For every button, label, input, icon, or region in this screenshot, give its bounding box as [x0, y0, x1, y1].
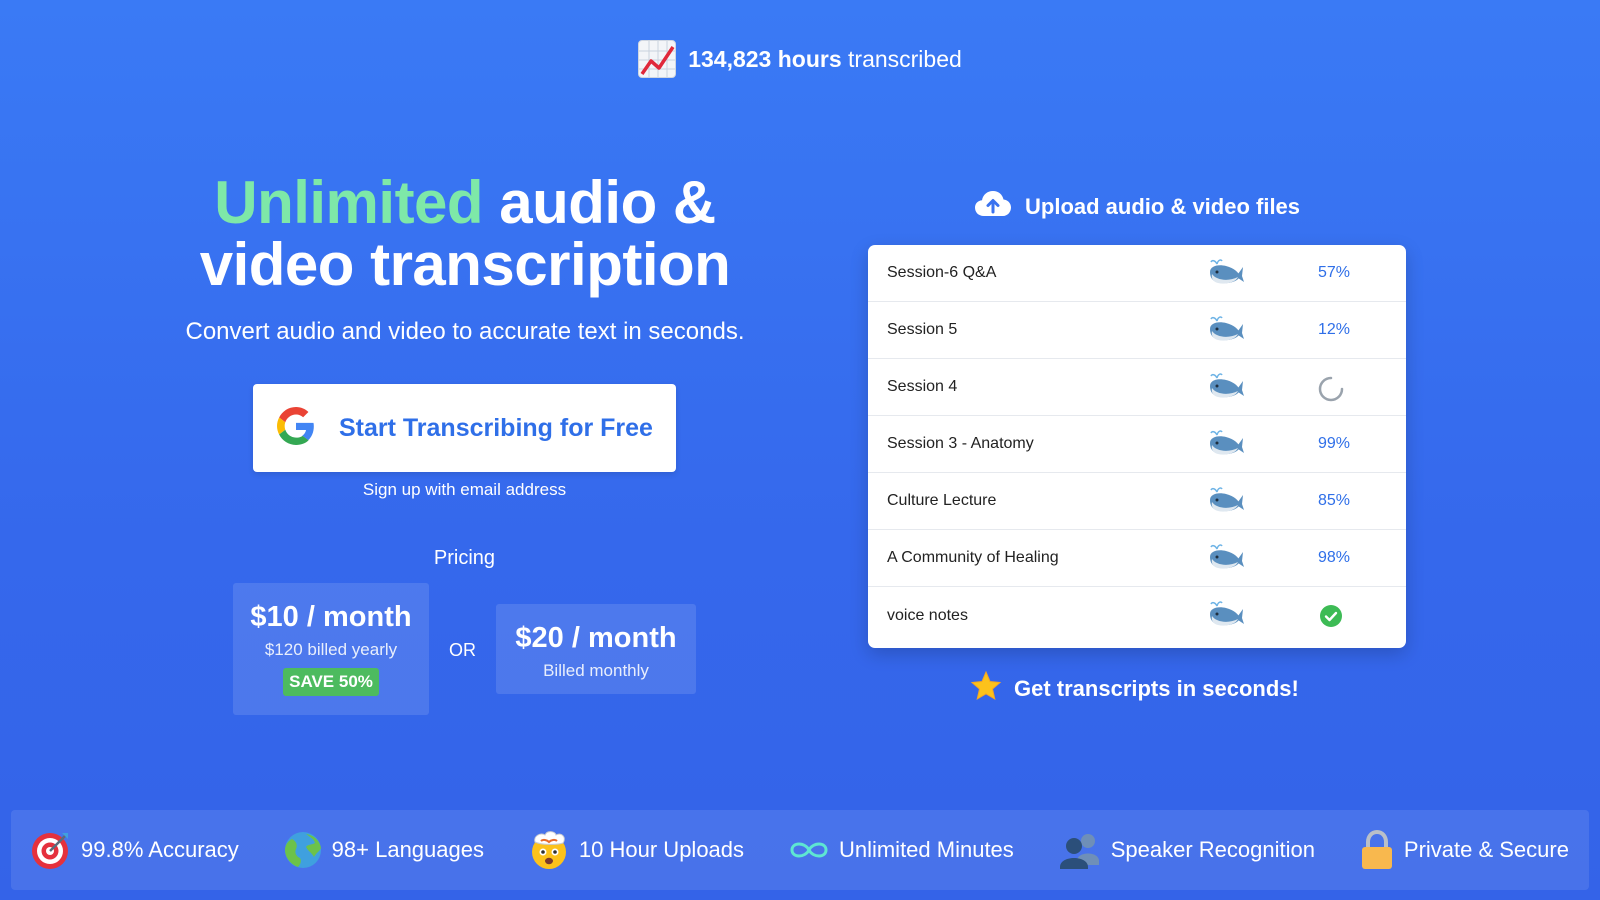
- yearly-price-card[interactable]: $10 / month $120 billed yearly SAVE 50%: [233, 583, 429, 715]
- whale-icon: [1208, 486, 1244, 521]
- feature-label: Unlimited Minutes: [838, 837, 1014, 862]
- feature-accuracy: 99.8% Accuracy: [31, 830, 239, 870]
- hero: Unlimited audio & video transcription Co…: [150, 172, 780, 346]
- hours-suffix: transcribed: [848, 45, 962, 72]
- feature-label: 98+ Languages: [331, 837, 484, 862]
- file-name: Session-6 Q&A: [887, 264, 997, 281]
- feature-unlimited-minutes: Unlimited Minutes: [789, 837, 1014, 863]
- feature-label: 10 Hour Uploads: [578, 837, 745, 862]
- whale-icon: [1208, 429, 1244, 464]
- cloud-upload-icon: [975, 190, 1011, 224]
- file-progress: 85%: [1318, 492, 1351, 509]
- monthly-amount: $20 / month: [515, 622, 677, 654]
- file-name: A Community of Healing: [887, 549, 1059, 566]
- feature-speaker-recognition: Speaker Recognition: [1059, 831, 1315, 869]
- file-progress: 99%: [1318, 435, 1351, 452]
- feature-label: Speaker Recognition: [1110, 837, 1315, 862]
- monthly-price-card[interactable]: $20 / month Billed monthly: [496, 604, 696, 694]
- file-progress: 12%: [1318, 321, 1351, 338]
- file-row[interactable]: Culture Lecture 85%: [868, 473, 1406, 530]
- yearly-amount: $10 / month: [250, 601, 412, 633]
- whale-icon: [1208, 543, 1244, 578]
- file-name: Culture Lecture: [887, 492, 997, 509]
- chart-increasing-icon: [638, 40, 677, 78]
- monthly-note: Billed monthly: [543, 661, 649, 680]
- check-complete-icon: [1319, 604, 1343, 633]
- hero-title: Unlimited audio & video transcription: [150, 172, 780, 296]
- hero-subtitle: Convert audio and video to accurate text…: [185, 318, 745, 345]
- glowing-star-icon: [970, 670, 1002, 708]
- file-name: Session 4: [887, 378, 958, 395]
- transcripts-tagline: Get transcripts in seconds!: [970, 670, 1299, 708]
- hero-title-line1: audio &: [499, 169, 716, 236]
- pricing-title: Pricing: [433, 547, 496, 569]
- lock-icon: [1361, 830, 1392, 869]
- target-icon: [32, 833, 68, 869]
- file-name: voice notes: [887, 606, 968, 624]
- file-progress: 57%: [1318, 264, 1351, 281]
- file-row[interactable]: A Community of Healing 98%: [868, 530, 1406, 587]
- file-row[interactable]: Session 4: [868, 359, 1406, 416]
- google-icon: [277, 406, 315, 450]
- feature-label: 99.8% Accuracy: [81, 837, 239, 862]
- file-name: Session 5: [887, 321, 958, 338]
- start-transcribing-label: Start Transcribing for Free: [339, 413, 653, 442]
- hours-count: 134,823 hours: [688, 45, 842, 72]
- feature-label: Private & Secure: [1403, 837, 1569, 862]
- hero-title-accent: Unlimited: [214, 169, 484, 236]
- file-row[interactable]: Session-6 Q&A 57%: [868, 245, 1406, 302]
- file-row[interactable]: Session 5 12%: [868, 302, 1406, 359]
- pricing-or: OR: [449, 640, 476, 660]
- globe-icon: [284, 832, 321, 868]
- feature-uploads: 10 Hour Uploads: [529, 830, 744, 870]
- people-icon: [1059, 834, 1099, 869]
- file-row[interactable]: Session 3 - Anatomy 99%: [868, 416, 1406, 473]
- whale-icon: [1208, 372, 1244, 407]
- transcripts-tagline-text: Get transcripts in seconds!: [1014, 676, 1299, 701]
- yearly-note: $120 billed yearly: [264, 640, 398, 659]
- hours-transcribed-stat: 134,823 hours transcribed: [0, 40, 1600, 78]
- feature-bar: 99.8% Accuracy 98+ Languages 10 Hour Upl…: [11, 810, 1589, 890]
- feature-languages: 98+ Languages: [284, 831, 484, 869]
- email-signup-link[interactable]: Sign up with email address: [253, 480, 676, 500]
- upload-title: Upload audio & video files: [975, 190, 1300, 224]
- feature-private-secure: Private & Secure: [1360, 830, 1569, 870]
- upload-title-text: Upload audio & video files: [1025, 194, 1301, 219]
- save-badge: SAVE 50%: [283, 668, 379, 696]
- file-row[interactable]: voice notes: [868, 587, 1406, 644]
- loading-spinner-icon: [1318, 376, 1344, 407]
- hero-title-line2: video transcription: [199, 231, 731, 298]
- infinity-icon: [790, 842, 828, 858]
- file-progress: 98%: [1318, 549, 1351, 566]
- start-transcribing-button[interactable]: Start Transcribing for Free: [253, 384, 676, 472]
- whale-icon: [1208, 600, 1244, 635]
- whale-icon: [1208, 315, 1244, 350]
- mind-blown-icon: [531, 831, 566, 869]
- file-list: Session-6 Q&A 57% Session 5 12% Session …: [868, 245, 1406, 648]
- file-name: Session 3 - Anatomy: [887, 435, 1034, 452]
- whale-icon: [1208, 258, 1244, 293]
